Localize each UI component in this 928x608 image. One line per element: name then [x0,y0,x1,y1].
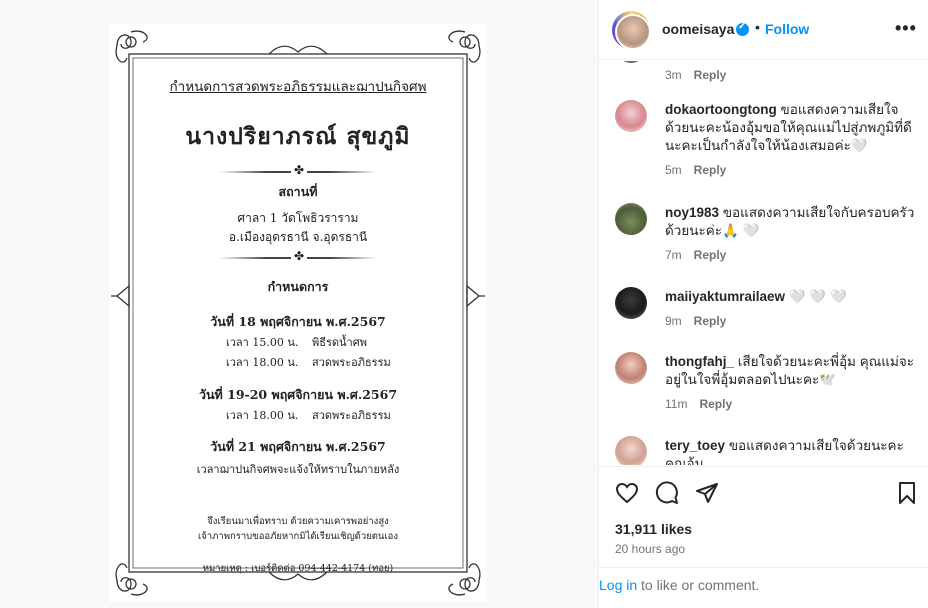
day1-event-1: พิธีรดน้ำศพ [312,336,367,349]
comment-time: 5m [665,163,682,177]
commenter-avatar[interactable] [615,436,647,465]
commenter-username[interactable]: noy1983 [665,205,719,220]
comment-body: 🤍 🤍 🤍 [788,289,847,304]
place-heading: สถานที่ [278,184,318,199]
reply-button[interactable]: Reply [694,68,727,82]
contact-note: หมายเหตุ : เบอร์ติดต่อ 094-442-4174 (ทอย… [202,563,394,574]
login-prompt: Log in to like or comment. [599,567,928,608]
comment-time: 9m [665,314,682,328]
post-sidebar: oomeisaya • Follow ••• 3m Reply dokaortoo… [598,0,928,608]
comment-meta: 3m Reply [665,68,726,82]
comment-time: 7m [665,248,682,262]
place-line-2: อ.เมืองอุดรธานี จ.อุดรธานี [228,230,368,244]
invitation-card: กำหนดการสวดพระอภิธรรมและฌาปนกิจศพ นางปริ… [109,24,487,602]
commenter-avatar[interactable] [615,352,647,384]
reply-button[interactable]: Reply [699,397,732,411]
post-actions: 31,911 likes 20 hours ago [599,466,928,576]
comments-list[interactable]: 3m Reply dokaortoongtong ขอแสดงความเสียใจ… [599,61,928,465]
comment-text: dokaortoongtong ขอแสดงความเสียใจด้วยนะคะ… [665,101,917,155]
day3-note: เวลาฌาปนกิจศพจะแจ้งให้ทราบในภายหลัง [196,463,400,476]
day1-title: วันที่ 18 พฤศจิกายน พ.ศ.2567 [210,314,386,329]
comment-meta: 9m Reply [665,314,726,328]
commenter-username[interactable]: dokaortoongtong [665,102,777,117]
comment-text: tery_toey ขอแสดงความเสียใจด้วยนะคะคุณอุ้… [665,437,917,465]
follow-button[interactable]: Follow [765,21,809,37]
share-send-icon[interactable] [695,481,719,505]
separator-dot: • [755,19,760,35]
comment-time: 3m [665,68,682,82]
day2-event-1: สวดพระอภิธรรม [312,409,391,422]
comment-text: maiiyaktumrailaew 🤍 🤍 🤍 [665,288,917,306]
commenter-username[interactable]: thongfahj_ [665,354,734,369]
commenter-avatar[interactable] [615,287,647,319]
login-link[interactable]: Log in [599,577,637,593]
comment-bubble-icon[interactable] [655,481,679,505]
author-username[interactable]: oomeisaya [662,21,734,37]
comment-meta: 11m Reply [665,397,732,411]
reply-button[interactable]: Reply [694,163,727,177]
more-options-icon[interactable]: ••• [895,18,917,39]
commenter-username[interactable]: maiiyaktumrailaew [665,289,785,304]
day3-title: วันที่ 21 พฤศจิกายน พ.ศ.2567 [210,439,386,454]
day2-time-1: เวลา 18.00 น. [226,409,299,422]
footer-line-1: จึงเรียนมาเพื่อทราบ ด้วยความเคารพอย่างสู… [207,516,389,527]
divider [219,248,377,264]
post-header: oomeisaya • Follow ••• [599,0,928,60]
login-rest: to like or comment. [637,577,760,593]
post-media[interactable]: กำหนดการสวดพระอภิธรรมและฌาปนกิจศพ นางปริ… [0,0,598,608]
comment-text: noy1983 ขอแสดงความเสียใจกับครอบครัวด้วยน… [665,204,917,240]
like-heart-icon[interactable] [615,481,639,505]
schedule-heading: กำหนดการ [267,279,329,294]
divider [219,162,377,178]
comment-time: 11m [665,397,688,411]
deceased-name: นางปริยาภรณ์ สุขภูมิ [185,123,411,150]
invitation-heading: กำหนดการสวดพระอภิธรรมและฌาปนกิจศพ [169,79,427,95]
author-avatar[interactable] [612,11,651,50]
footer-line-2: เจ้าภาพกราบขออภัยหากมิได้เรียนเชิญด้วยตน… [197,531,399,542]
reply-button[interactable]: Reply [694,248,727,262]
reply-button[interactable]: Reply [694,314,727,328]
commenter-username[interactable]: tery_toey [665,438,725,453]
day1-time-2: เวลา 18.00 น. [226,356,299,369]
commenter-avatar[interactable] [615,100,647,132]
day2-title: วันที่ 19-20 พฤศจิกายน พ.ศ.2567 [198,387,398,402]
comment-meta: 5m Reply [665,163,726,177]
commenter-avatar[interactable] [615,61,647,63]
likes-count[interactable]: 31,911 likes [615,521,692,537]
day1-event-2: สวดพระอภิธรรม [312,356,391,369]
comment-meta: 7m Reply [665,248,726,262]
save-bookmark-icon[interactable] [895,481,919,505]
place-line-1: ศาลา 1 วัดโพธิวราราม [237,211,359,225]
post-timestamp[interactable]: 20 hours ago [615,542,685,556]
comment-text: thongfahj_ เสียใจด้วยนะคะพี่อุ้ม คุณแม่จ… [665,353,917,389]
instagram-post-view: กำหนดการสวดพระอภิธรรมและฌาปนกิจศพ นางปริ… [0,0,928,608]
commenter-avatar[interactable] [615,203,647,235]
verified-badge-icon [736,21,749,36]
login-prompt-text: Log in to like or comment. [599,577,759,593]
invitation-text: กำหนดการสวดพระอภิธรรมและฌาปนกิจศพ นางปริ… [109,24,487,602]
day1-time-1: เวลา 15.00 น. [226,336,299,349]
